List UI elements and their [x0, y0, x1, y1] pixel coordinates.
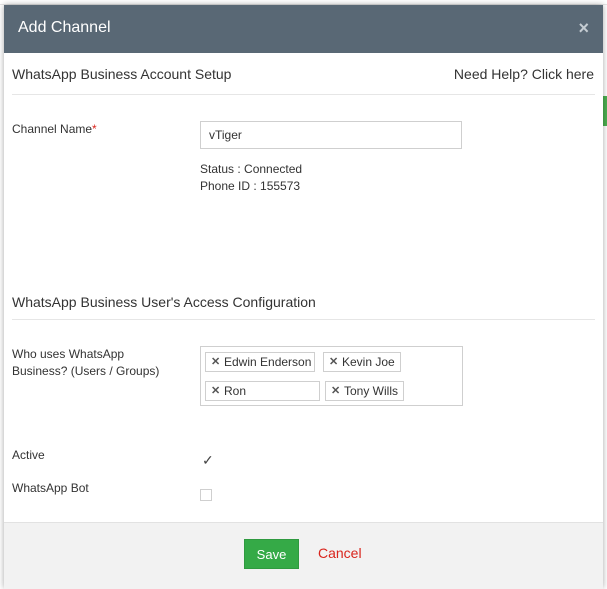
remove-tag-icon[interactable]: ✕	[331, 382, 340, 400]
remove-tag-icon[interactable]: ✕	[211, 353, 220, 371]
modal-title: Add Channel	[18, 19, 111, 36]
modal-footer: Save Cancel	[4, 522, 603, 589]
users-label: Who uses WhatsApp Business? (Users / Gro…	[12, 347, 160, 378]
active-label: Active	[12, 448, 45, 462]
status-text: Status : Connected	[200, 162, 303, 176]
users-search-input[interactable]: ✕ Ron	[205, 381, 320, 401]
section-divider	[12, 319, 595, 320]
required-marker: *	[92, 122, 97, 136]
tag-label: Tony Wills	[344, 384, 399, 398]
tag-label: Kevin Joe	[342, 355, 395, 369]
setup-section-title: WhatsApp Business Account Setup	[12, 66, 232, 82]
checkmark-icon: ✓	[202, 452, 214, 468]
whatsapp-bot-label: WhatsApp Bot	[12, 481, 89, 495]
close-icon[interactable]: ×	[578, 18, 589, 38]
modal-header: Add Channel ×	[4, 5, 603, 53]
remove-tag-icon[interactable]: ✕	[329, 353, 338, 371]
add-channel-modal: Add Channel × WhatsApp Business Account …	[4, 5, 603, 589]
access-section-title: WhatsApp Business User's Access Configur…	[12, 294, 316, 310]
cancel-button[interactable]: Cancel	[318, 545, 362, 561]
remove-tag-icon[interactable]: ✕	[211, 382, 220, 400]
save-button[interactable]: Save	[244, 539, 299, 569]
typing-value: Ron	[224, 384, 247, 398]
section-divider	[12, 94, 595, 95]
phone-id-text: Phone ID : 155573	[200, 179, 301, 193]
active-checkbox[interactable]: ✓	[200, 452, 214, 468]
user-tag: ✕ Kevin Joe	[323, 352, 401, 372]
whatsapp-bot-checkbox[interactable]	[200, 489, 212, 501]
user-tag: ✕ Tony Wills	[325, 381, 404, 401]
channel-name-input[interactable]	[200, 121, 462, 149]
user-tag: ✕ Edwin Enderson	[205, 352, 315, 372]
users-groups-select[interactable]: ✕ Edwin Enderson ✕ Kevin Joe ✕ Ron ✕ Ton…	[200, 346, 463, 406]
channel-name-label: Channel Name*	[12, 122, 97, 136]
tag-label: Edwin Enderson	[224, 355, 312, 369]
help-link[interactable]: Need Help? Click here	[454, 66, 594, 82]
